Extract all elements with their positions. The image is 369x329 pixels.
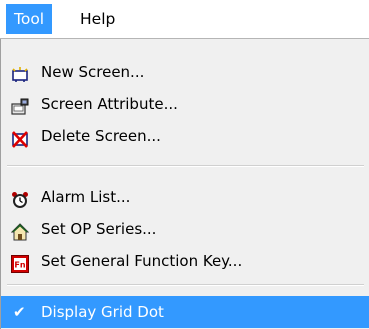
- menu-item-screen-attribute[interactable]: Screen Attribute...: [1, 88, 369, 120]
- menu-item-display-grid-dot[interactable]: ✔ Display Grid Dot: [1, 296, 369, 328]
- menu-item-label: Alarm List...: [41, 188, 131, 206]
- menu-item-label: New Screen...: [41, 63, 145, 81]
- alarm-clock-icon: [11, 188, 29, 208]
- tool-menu-dropdown: New Screen... Screen Attribute... Delete…: [0, 39, 369, 329]
- menu-item-delete-screen[interactable]: Delete Screen...: [1, 120, 369, 152]
- menu-bar: Tool Help: [0, 0, 369, 39]
- menu-help[interactable]: Help: [72, 4, 123, 34]
- new-screen-icon: [11, 63, 29, 82]
- menu-item-label: Set General Function Key...: [41, 252, 243, 270]
- screen-attribute-icon: [11, 95, 29, 115]
- menu-item-label: Screen Attribute...: [41, 95, 178, 113]
- menu-item-label: Set OP Series...: [41, 220, 157, 238]
- menu-item-set-general-function-key[interactable]: Fn Set General Function Key...: [1, 245, 369, 277]
- menu-tool[interactable]: Tool: [6, 4, 53, 34]
- house-icon: [10, 220, 30, 241]
- delete-screen-icon: [11, 127, 29, 148]
- menu-separator: [7, 165, 364, 167]
- menu-separator: [7, 284, 364, 286]
- checkmark-icon: ✔: [13, 303, 26, 321]
- menu-item-label: Display Grid Dot: [41, 303, 164, 321]
- svg-text:Fn: Fn: [14, 261, 25, 270]
- menu-item-alarm-list[interactable]: Alarm List...: [1, 181, 369, 213]
- menu-item-new-screen[interactable]: New Screen...: [1, 56, 369, 88]
- menu-item-label: Delete Screen...: [41, 127, 161, 145]
- menu-item-set-op-series[interactable]: Set OP Series...: [1, 213, 369, 245]
- function-key-icon: Fn: [11, 252, 29, 273]
